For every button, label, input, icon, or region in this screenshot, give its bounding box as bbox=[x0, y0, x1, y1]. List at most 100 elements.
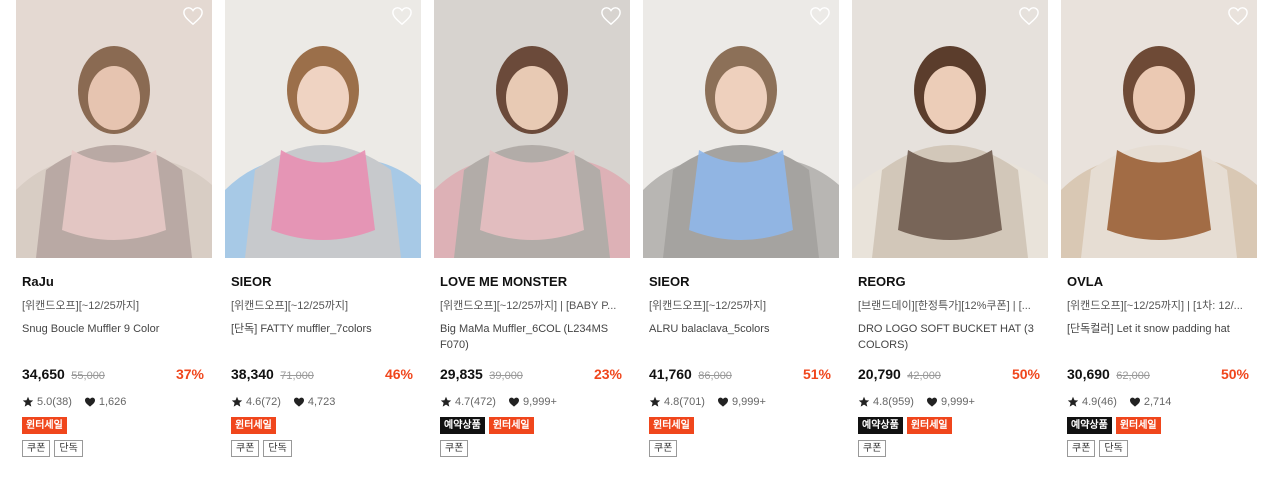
original-price: 86,000 bbox=[698, 370, 732, 382]
promo-text: [위캔드오프][~12/25까지] | [BABY P... bbox=[440, 300, 617, 312]
product-card[interactable]: SIEOR [위캔드오프][~12/25까지] ALRU balaclava_5… bbox=[643, 0, 839, 500]
badge-row: 윈터세일 bbox=[22, 417, 206, 434]
badge: 윈터세일 bbox=[488, 417, 534, 434]
tag: 쿠폰 bbox=[858, 440, 887, 457]
product-name[interactable]: Big MaMa Muffler_6COL (L234MS F070) bbox=[440, 321, 624, 355]
price-row: 34,650 55,000 37% bbox=[22, 365, 206, 383]
product-name[interactable]: DRO LOGO SOFT BUCKET HAT (3 COLORS) bbox=[858, 321, 1042, 355]
rating-likes: 4.9(46) 2,714 bbox=[1067, 395, 1251, 409]
rating: 4.7(472) bbox=[455, 396, 496, 408]
product-card[interactable]: RaJu [위캔드오프][~12/25까지] Snug Boucle Muffl… bbox=[16, 0, 212, 500]
tag: 쿠폰 bbox=[22, 440, 51, 457]
brand-name[interactable]: OVLA bbox=[1067, 274, 1251, 290]
rating-likes: 4.8(959) 9,999+ bbox=[858, 395, 1042, 409]
brand-name[interactable]: LOVE ME MONSTER bbox=[440, 274, 624, 290]
badge: 윈터세일 bbox=[231, 417, 276, 434]
price-row: 20,790 42,000 50% bbox=[858, 365, 1042, 383]
heart-icon bbox=[84, 396, 96, 408]
product-grid: RaJu [위캔드오프][~12/25까지] Snug Boucle Muffl… bbox=[0, 0, 1267, 500]
product-name[interactable]: [단독] FATTY muffler_7colors bbox=[231, 321, 415, 355]
tag: 단독 bbox=[263, 440, 292, 457]
price-row: 41,760 86,000 51% bbox=[649, 365, 833, 383]
heart-icon bbox=[717, 396, 729, 408]
wishlist-heart-icon[interactable] bbox=[600, 6, 622, 26]
like-count: 4,723 bbox=[307, 396, 336, 408]
sale-price: 38,340 bbox=[231, 366, 274, 382]
heart-icon bbox=[1129, 396, 1141, 408]
like-count: 9,999+ bbox=[731, 396, 766, 408]
wishlist-heart-icon[interactable] bbox=[391, 6, 413, 26]
original-price: 62,000 bbox=[1116, 370, 1150, 382]
product-photo-placeholder bbox=[1061, 0, 1257, 258]
sale-price: 30,690 bbox=[1067, 366, 1110, 382]
product-card[interactable]: LOVE ME MONSTER [위캔드오프][~12/25까지] | [BAB… bbox=[434, 0, 630, 500]
wishlist-heart-icon[interactable] bbox=[1227, 6, 1249, 26]
rating: 4.9(46) bbox=[1082, 396, 1117, 408]
product-name[interactable]: Snug Boucle Muffler 9 Color bbox=[22, 321, 206, 355]
discount-rate: 23% bbox=[593, 366, 622, 382]
star-icon bbox=[858, 396, 870, 408]
rating: 5.0(38) bbox=[37, 396, 72, 408]
product-card[interactable]: SIEOR [위캔드오프][~12/25까지] [단독] FATTY muffl… bbox=[225, 0, 421, 500]
rating: 4.6(72) bbox=[246, 396, 281, 408]
rating-likes: 4.8(701) 9,999+ bbox=[649, 395, 833, 409]
promo-text: [브랜드데이][한정특가][12%쿠폰] | [... bbox=[858, 300, 1031, 312]
tag-row: 쿠폰 단독 bbox=[22, 440, 206, 457]
sale-price: 29,835 bbox=[440, 366, 483, 382]
wishlist-heart-icon[interactable] bbox=[182, 6, 204, 26]
promo-text: [위캔드오프][~12/25까지] bbox=[649, 300, 767, 312]
brand-name[interactable]: RaJu bbox=[22, 274, 206, 290]
tag: 쿠폰 bbox=[440, 440, 469, 457]
brand-name[interactable]: SIEOR bbox=[231, 274, 415, 290]
like-count: 9,999+ bbox=[522, 396, 557, 408]
original-price: 55,000 bbox=[71, 370, 105, 382]
price-row: 29,835 39,000 23% bbox=[440, 365, 624, 383]
tag-row: 쿠폰 단독 bbox=[1067, 440, 1251, 457]
heart-icon bbox=[926, 396, 938, 408]
product-image[interactable] bbox=[643, 0, 839, 258]
product-photo-placeholder bbox=[434, 0, 630, 258]
product-card[interactable]: OVLA [위캔드오프][~12/25까지] | [1차: 12/... [단독… bbox=[1061, 0, 1257, 500]
original-price: 39,000 bbox=[489, 370, 523, 382]
badge: 윈터세일 bbox=[1115, 417, 1161, 434]
wishlist-heart-icon[interactable] bbox=[809, 6, 831, 26]
badge: 윈터세일 bbox=[22, 417, 67, 434]
product-photo-placeholder bbox=[852, 0, 1048, 258]
star-icon bbox=[22, 396, 34, 408]
rating-likes: 4.6(72) 4,723 bbox=[231, 395, 415, 409]
product-image[interactable] bbox=[852, 0, 1048, 258]
tag-row: 쿠폰 bbox=[440, 440, 624, 457]
product-image[interactable] bbox=[225, 0, 421, 258]
brand-name[interactable]: SIEOR bbox=[649, 274, 833, 290]
badge-row: 예약상품 윈터세일 bbox=[858, 417, 1042, 434]
badge: 윈터세일 bbox=[649, 417, 694, 434]
discount-rate: 50% bbox=[1220, 366, 1249, 382]
brand-name[interactable]: REORG bbox=[858, 274, 1042, 290]
badge: 윈터세일 bbox=[906, 417, 952, 434]
product-image[interactable] bbox=[434, 0, 630, 258]
original-price: 71,000 bbox=[280, 370, 314, 382]
discount-rate: 46% bbox=[384, 366, 413, 382]
price-row: 30,690 62,000 50% bbox=[1067, 365, 1251, 383]
discount-rate: 50% bbox=[1011, 366, 1040, 382]
discount-rate: 37% bbox=[175, 366, 204, 382]
tag-row: 쿠폰 bbox=[649, 440, 833, 457]
product-card[interactable]: REORG [브랜드데이][한정특가][12%쿠폰] | [... DRO LO… bbox=[852, 0, 1048, 500]
rating: 4.8(701) bbox=[664, 396, 705, 408]
discount-rate: 51% bbox=[802, 366, 831, 382]
promo-text: [위캔드오프][~12/25까지] bbox=[22, 300, 140, 312]
badge-row: 윈터세일 bbox=[231, 417, 415, 434]
product-image[interactable] bbox=[16, 0, 212, 258]
product-name[interactable]: ALRU balaclava_5colors bbox=[649, 321, 833, 355]
product-image[interactable] bbox=[1061, 0, 1257, 258]
heart-icon bbox=[508, 396, 520, 408]
star-icon bbox=[649, 396, 661, 408]
product-name[interactable]: [단독컬러] Let it snow padding hat bbox=[1067, 321, 1251, 355]
sale-price: 34,650 bbox=[22, 366, 65, 382]
wishlist-heart-icon[interactable] bbox=[1018, 6, 1040, 26]
like-count: 9,999+ bbox=[940, 396, 975, 408]
tag-row: 쿠폰 단독 bbox=[231, 440, 415, 457]
star-icon bbox=[1067, 396, 1079, 408]
rating-likes: 5.0(38) 1,626 bbox=[22, 395, 206, 409]
badge-row: 예약상품 윈터세일 bbox=[1067, 417, 1251, 434]
